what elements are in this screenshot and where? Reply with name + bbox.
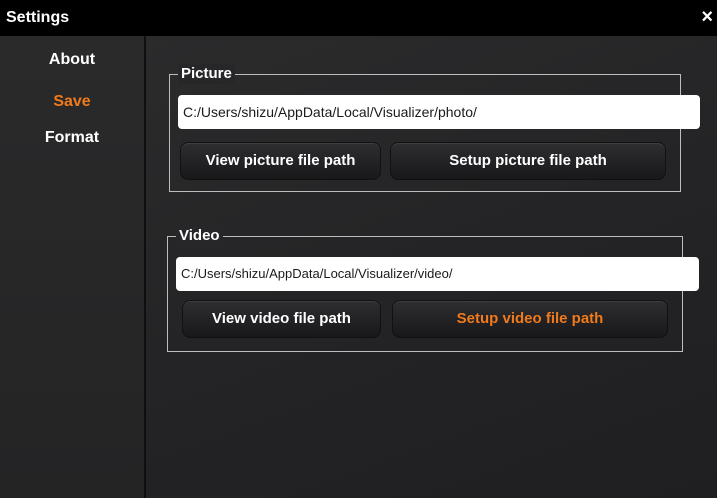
title-bar: Settings × (0, 0, 717, 36)
picture-group-legend: Picture (178, 64, 235, 84)
sidebar-item-about[interactable]: About (0, 51, 144, 69)
video-group-legend: Video (176, 226, 223, 246)
close-icon[interactable]: × (701, 7, 713, 27)
view-video-path-button[interactable]: View video file path (182, 300, 381, 338)
settings-window: Settings × About Save Format Picture C:/… (0, 0, 717, 498)
sidebar: About Save Format (0, 36, 146, 498)
setup-picture-path-button[interactable]: Setup picture file path (390, 142, 666, 180)
settings-content: Picture C:/Users/shizu/AppData/Local/Vis… (146, 36, 717, 498)
sidebar-item-save[interactable]: Save (0, 93, 144, 111)
video-group: Video C:/Users/shizu/AppData/Local/Visua… (167, 226, 699, 352)
view-picture-path-button[interactable]: View picture file path (180, 142, 381, 180)
picture-path-field[interactable]: C:/Users/shizu/AppData/Local/Visualizer/… (178, 95, 700, 129)
video-path-field[interactable]: C:/Users/shizu/AppData/Local/Visualizer/… (176, 257, 699, 291)
sidebar-item-format[interactable]: Format (0, 129, 144, 147)
setup-video-path-button[interactable]: Setup video file path (392, 300, 668, 338)
window-title: Settings (6, 9, 70, 26)
picture-group: Picture C:/Users/shizu/AppData/Local/Vis… (169, 64, 700, 192)
